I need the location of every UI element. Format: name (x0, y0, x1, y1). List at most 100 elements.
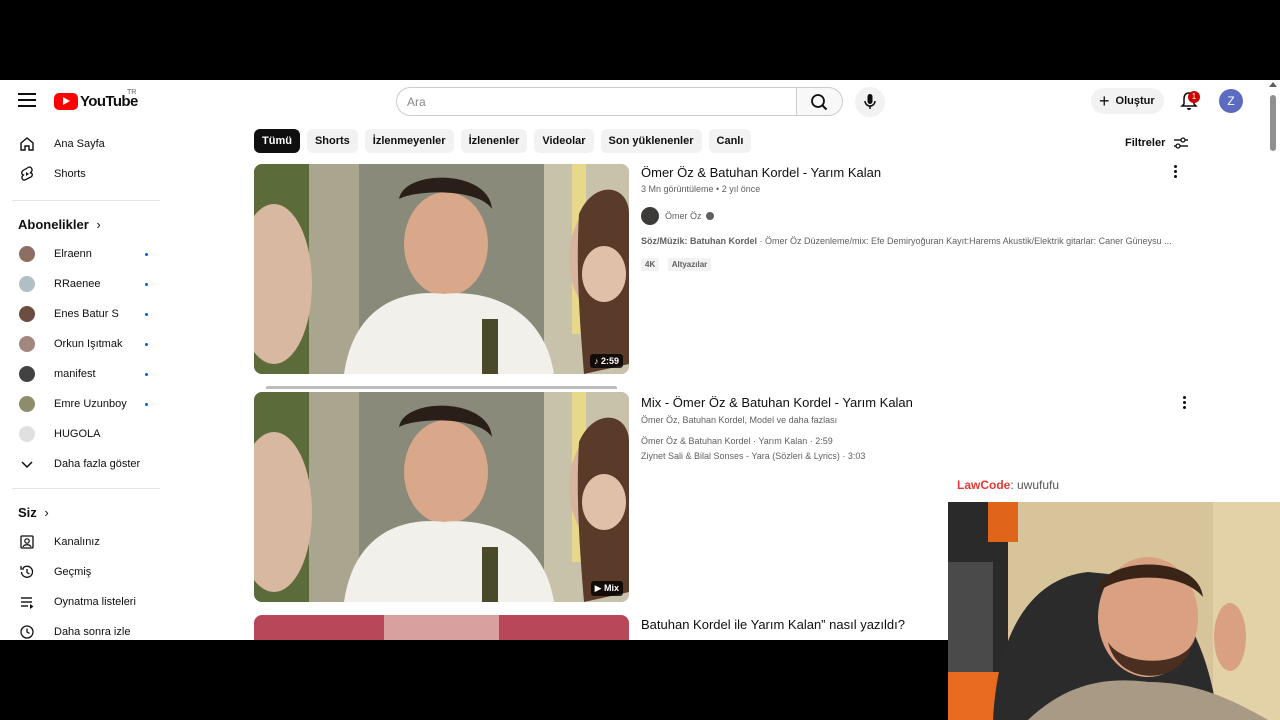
sidebar-divider (12, 200, 160, 201)
chat-message: : uwufufu (1010, 478, 1060, 492)
mix-thumbnail[interactable]: ▶ Mix (254, 392, 629, 602)
sidebar-item-label: Shorts (54, 168, 86, 180)
channel-avatar (641, 207, 659, 225)
video-thumbnail[interactable] (254, 615, 629, 640)
plus-icon: + (1099, 91, 1110, 111)
voice-search-button[interactable] (855, 87, 885, 117)
duration-badge: ♪ 2:59 (589, 354, 623, 368)
sidebar-channel[interactable]: Orkun Işıtmak (0, 330, 168, 358)
create-button[interactable]: + Oluştur (1091, 88, 1164, 114)
sidebar-channel[interactable]: HUGOLA (0, 420, 168, 448)
search-input[interactable]: Ara (396, 87, 797, 116)
tag-4k: 4K (641, 258, 660, 271)
filter-sliders-icon (1174, 137, 1189, 149)
channel-name: HUGOLA (54, 428, 101, 440)
search-icon (811, 94, 828, 111)
menu-icon[interactable] (18, 93, 36, 109)
chip-recent[interactable]: Son yüklenenler (600, 129, 702, 153)
channel-name: Enes Batur S (54, 308, 119, 320)
chip-all[interactable]: Tümü (254, 129, 300, 153)
sidebar-item-your-channel[interactable]: Kanalınız (0, 528, 168, 556)
filters-button[interactable]: Filtreler (1125, 135, 1191, 151)
chip-unwatched[interactable]: İzlenmeyenler (364, 129, 454, 153)
mix-track[interactable]: Ziynet Sali & Bilal Sonses - Yara (Sözle… (641, 451, 865, 461)
sidebar-item-shorts[interactable]: Shorts (0, 160, 168, 188)
channel-avatar (19, 246, 35, 262)
sidebar-channel[interactable]: Enes Batur S (0, 300, 168, 328)
new-content-dot (145, 372, 148, 376)
you-heading[interactable]: Siz › (18, 505, 49, 520)
thumbnail-image (254, 392, 629, 602)
channel-name: Ömer Öz (665, 211, 702, 221)
mix-title[interactable]: Mix - Ömer Öz & Batuhan Kordel - Yarım K… (641, 395, 913, 410)
chevron-right-icon: › (96, 217, 101, 232)
chat-username: LawCode (957, 478, 1011, 492)
chevron-down-icon (18, 455, 36, 473)
sidebar-item-home[interactable]: Ana Sayfa (0, 130, 168, 158)
channel-name: Emre Uzunboy (54, 398, 127, 410)
more-actions-icon[interactable] (1174, 165, 1178, 180)
mix-badge: ▶ Mix (590, 581, 623, 596)
mix-stack-line (266, 386, 617, 389)
subscriptions-heading[interactable]: Abonelikler › (18, 217, 101, 232)
notification-badge: 1 (1188, 91, 1200, 103)
webcam-overlay (948, 502, 1280, 720)
chip-shorts[interactable]: Shorts (306, 129, 358, 153)
sidebar-item-history[interactable]: Geçmiş (0, 558, 168, 586)
chip-watched[interactable]: İzlenenler (460, 129, 528, 153)
chip-videos[interactable]: Videolar (534, 129, 594, 153)
home-icon (18, 135, 36, 153)
sidebar-item-label: Ana Sayfa (54, 138, 105, 150)
channel-avatar (19, 306, 35, 322)
channel-name: Orkun Işıtmak (54, 338, 123, 350)
sidebar-item-label: Kanalınız (54, 536, 100, 548)
channel-name: RRaenee (54, 278, 101, 290)
youtube-logo[interactable]: YouTube TR (54, 89, 138, 111)
scroll-thumb[interactable] (1270, 95, 1276, 151)
channel-avatar (19, 366, 35, 382)
filter-chips: Tümü Shorts İzlenmeyenler İzlenenler Vid… (254, 129, 758, 153)
video-tags: 4K Altyazılar (641, 254, 715, 272)
shorts-icon (18, 165, 36, 183)
account-avatar[interactable]: Z (1219, 89, 1243, 113)
sidebar-item-label: Daha sonra izle (54, 626, 131, 638)
verified-icon (705, 212, 714, 220)
thumbnail-image (254, 615, 629, 640)
history-icon (18, 563, 36, 581)
search-button[interactable] (797, 87, 843, 116)
channel-avatar (19, 426, 35, 442)
microphone-icon (864, 94, 876, 109)
sidebar-channel[interactable]: RRaenee (0, 270, 168, 298)
mix-track[interactable]: Ömer Öz & Batuhan Kordel · Yarım Kalan ·… (641, 436, 833, 446)
new-content-dot (145, 252, 148, 256)
show-more-button[interactable]: Daha fazla göster (0, 450, 168, 478)
mix-meta: Ömer Öz, Batuhan Kordel, Model ve daha f… (641, 415, 838, 425)
channel-avatar (19, 276, 35, 292)
video-title[interactable]: Ömer Öz & Batuhan Kordel - Yarım Kalan (641, 165, 881, 180)
stream-chat-overlay: LawCode: uwufufu (957, 478, 1059, 492)
webcam-image (948, 502, 1280, 720)
video-thumbnail[interactable]: ♪ 2:59 (254, 164, 629, 374)
create-label: Oluştur (1115, 95, 1155, 107)
new-content-dot (145, 342, 148, 346)
sidebar-channel[interactable]: Elraenn (0, 240, 168, 268)
description-rest: · Ömer Öz Düzenleme/mix: Efe Demiryoğura… (757, 236, 1172, 246)
sidebar-channel[interactable]: manifest (0, 360, 168, 388)
new-content-dot (145, 282, 148, 286)
more-actions-icon[interactable] (1183, 396, 1187, 411)
channel-name: Elraenn (54, 248, 92, 260)
playlist-icon (18, 593, 36, 611)
channel-avatar (19, 336, 35, 352)
sidebar-item-watch-later[interactable]: Daha sonra izle (0, 618, 168, 640)
sidebar-item-label: Oynatma listeleri (54, 596, 136, 608)
sidebar-item-playlists[interactable]: Oynatma listeleri (0, 588, 168, 616)
clock-icon (18, 623, 36, 640)
scroll-up-arrow[interactable] (1269, 82, 1277, 87)
video-title[interactable]: Batuhan Kordel ile Yarım Kalan” nasıl ya… (641, 617, 905, 632)
subscriptions-heading-label: Abonelikler (18, 217, 89, 232)
channel-link[interactable]: Ömer Öz (641, 207, 714, 225)
sidebar-channel[interactable]: Emre Uzunboy (0, 390, 168, 418)
chip-live[interactable]: Canlı (708, 129, 752, 153)
new-content-dot (145, 312, 148, 316)
video-meta: 3 Mn görüntüleme • 2 yıl önce (641, 184, 761, 194)
